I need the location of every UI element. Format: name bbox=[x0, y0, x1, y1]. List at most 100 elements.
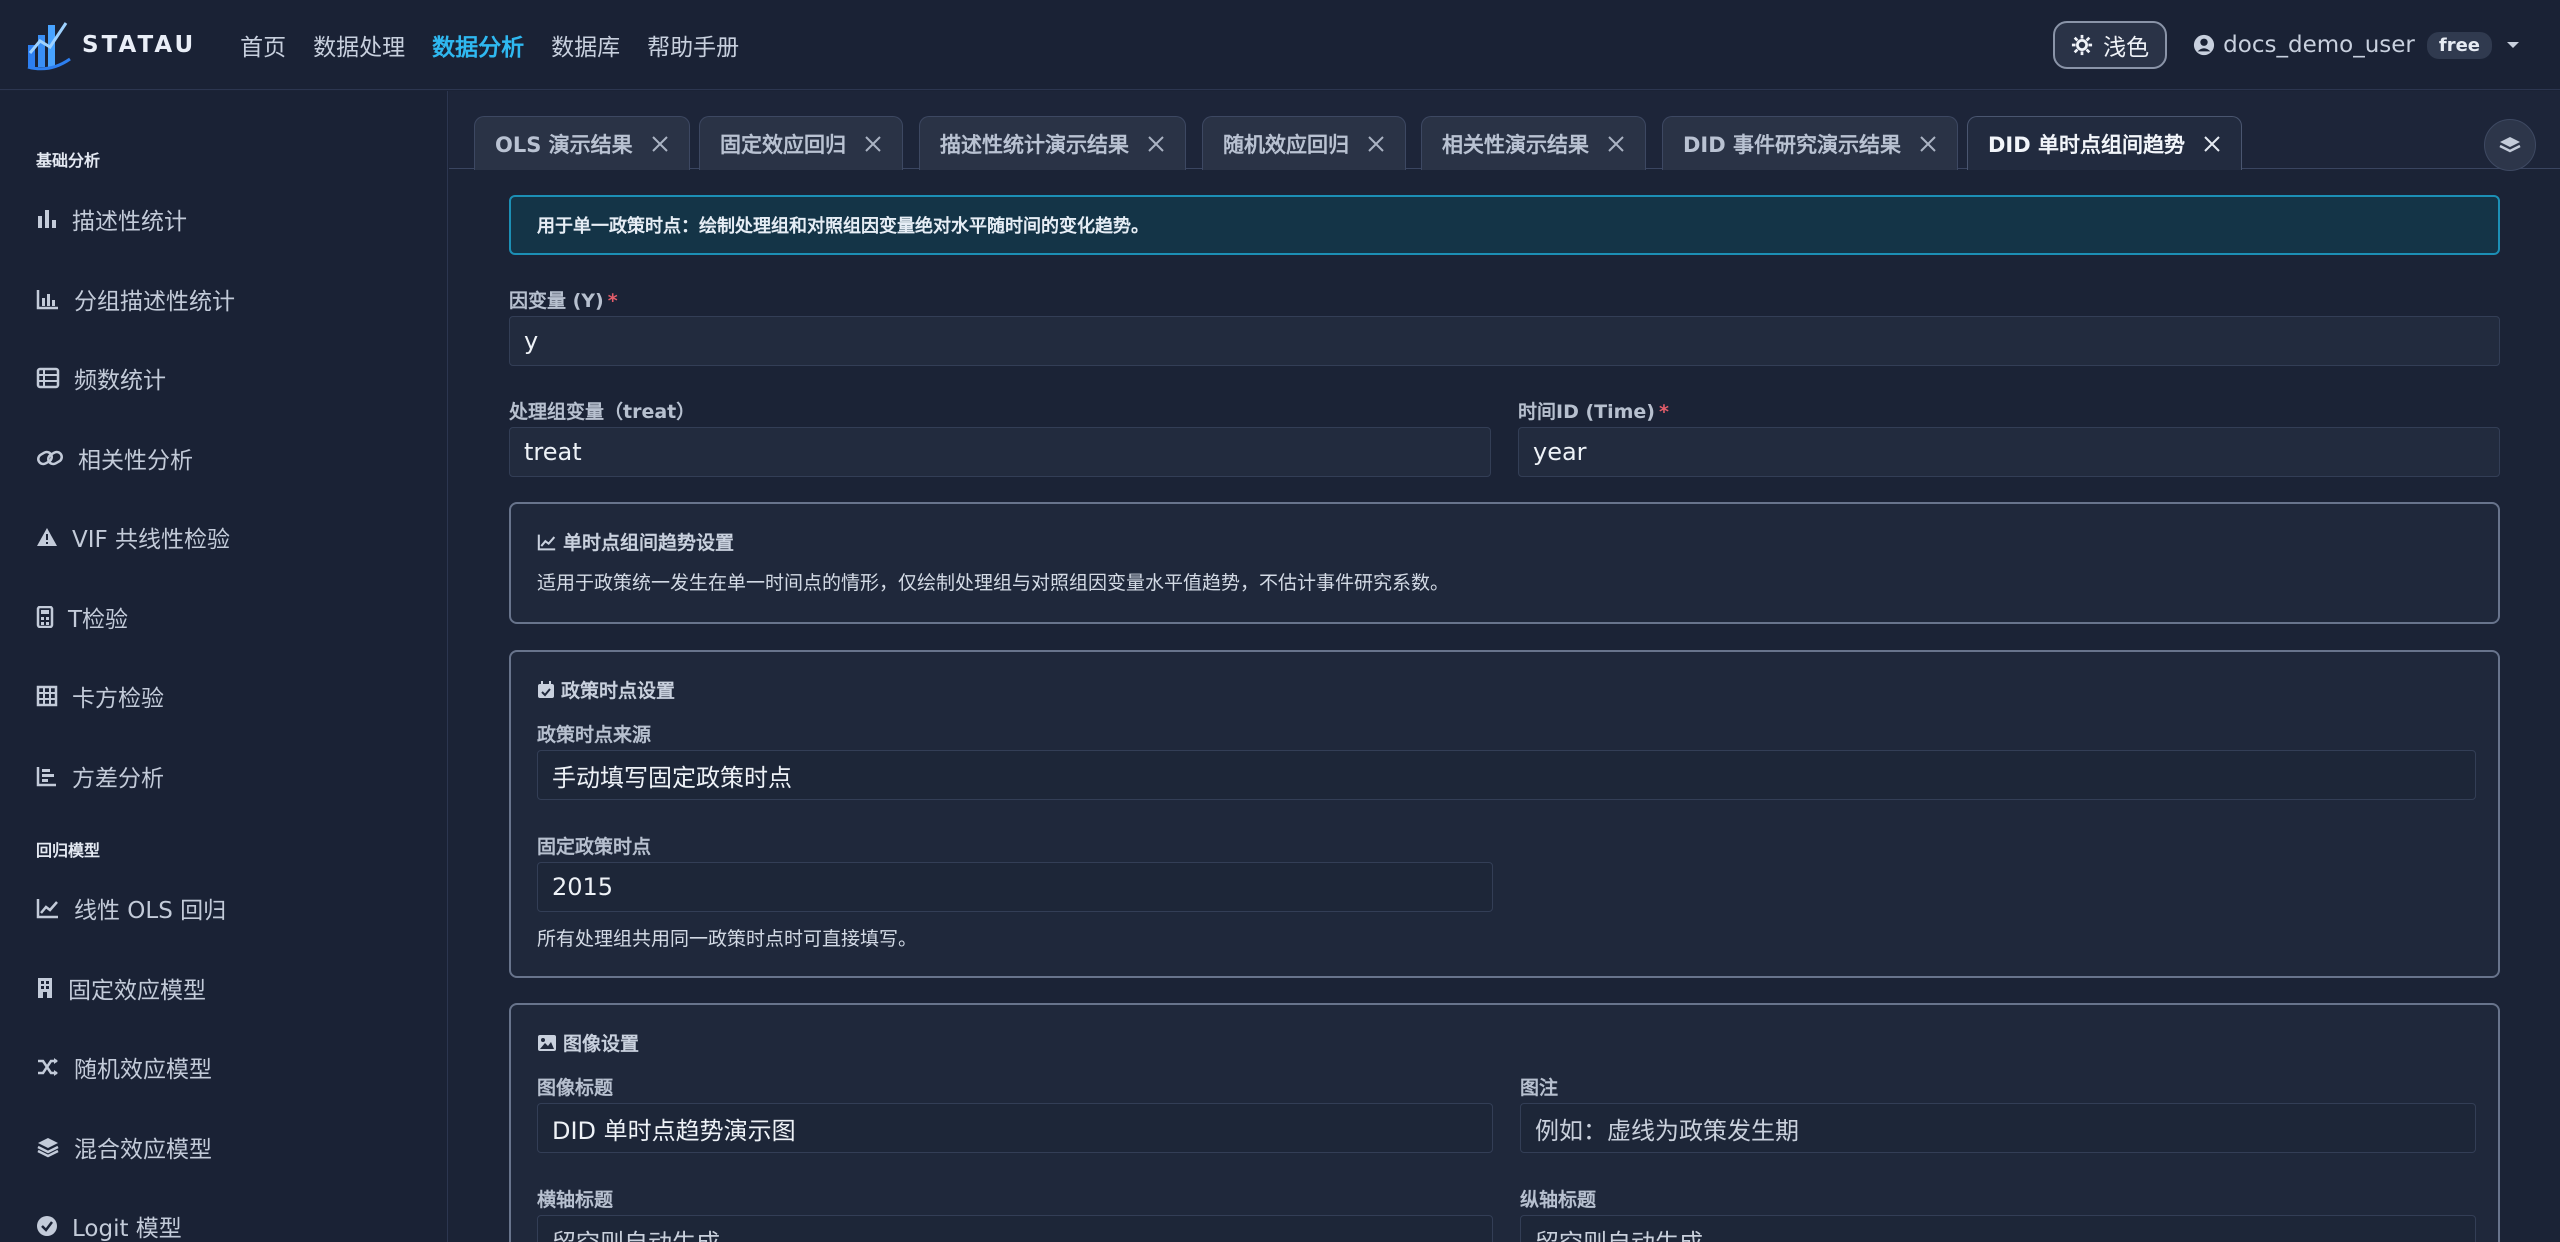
fixed-policy-time-label: 固定政策时点 bbox=[537, 836, 652, 858]
close-icon[interactable] bbox=[2203, 135, 2221, 153]
tab-label: OLS 演示结果 bbox=[495, 132, 633, 157]
sidebar-item-correlation[interactable]: 相关性分析 bbox=[36, 438, 193, 478]
calendar-check-icon bbox=[538, 680, 554, 698]
dep-var-value: y bbox=[524, 327, 539, 355]
ylabel-placeholder: 留空则自动生成 bbox=[1535, 1223, 1703, 1242]
sidebar-item-chisquare[interactable]: 卡方检验 bbox=[36, 676, 164, 716]
bar-steps-icon bbox=[36, 767, 56, 787]
trend-card-description: 适用于政策统一发生在单一时间点的情形，仅绘制处理组与对照组因变量水平值趋势，不估… bbox=[537, 572, 1450, 594]
fixed-policy-time-value: 2015 bbox=[552, 873, 614, 901]
xlabel-input[interactable]: 留空则自动生成 bbox=[537, 1215, 1493, 1242]
time-var-value: year bbox=[1533, 438, 1587, 466]
dep-var-label: 因变量 (Y) * bbox=[509, 286, 618, 313]
nav-help[interactable]: 帮助手册 bbox=[647, 28, 739, 62]
line-chart-icon bbox=[537, 534, 556, 550]
shuffle-icon bbox=[38, 1058, 58, 1076]
sidebar-item-mixed-effects[interactable]: 混合效应模型 bbox=[36, 1127, 212, 1167]
theme-toggle-button[interactable]: 浅色 bbox=[2053, 21, 2168, 69]
close-icon[interactable] bbox=[1367, 135, 1385, 153]
required-mark: * bbox=[607, 290, 618, 312]
sidebar-item-label: 混合效应模型 bbox=[74, 1137, 212, 1163]
sidebar-item-anova[interactable]: 方差分析 bbox=[36, 756, 164, 796]
sidebar-section-title: 基础分析 bbox=[36, 151, 101, 170]
brand[interactable]: STATAU bbox=[26, 19, 196, 71]
sidebar-item-label: 方差分析 bbox=[72, 766, 164, 792]
policy-source-label: 政策时点来源 bbox=[537, 724, 652, 746]
close-icon[interactable] bbox=[864, 135, 882, 153]
top-navbar: STATAU 首页 数据处理 数据分析 数据库 帮助手册 浅色 docs_dem… bbox=[0, 0, 2560, 90]
treat-var-select[interactable]: treat bbox=[509, 427, 1491, 477]
tab-correlation-result[interactable]: 相关性演示结果 bbox=[1421, 116, 1646, 170]
main-nav: 首页 数据处理 数据分析 数据库 帮助手册 bbox=[240, 28, 766, 62]
tab-label: DID 事件研究演示结果 bbox=[1683, 132, 1901, 157]
grouped-chart-icon bbox=[36, 290, 58, 310]
line-chart-icon bbox=[36, 899, 58, 919]
ylabel-input[interactable]: 留空则自动生成 bbox=[1520, 1215, 2476, 1242]
tab-did-event-study[interactable]: DID 事件研究演示结果 bbox=[1662, 116, 1958, 170]
close-icon[interactable] bbox=[1147, 135, 1165, 153]
tab-fixed-effects[interactable]: 固定效应回归 bbox=[699, 116, 903, 170]
sidebar: 基础分析 描述性统计 分组描述性统计 频数统计 相关性分析 VIF 共线性检验 … bbox=[0, 91, 448, 1242]
image-card-title: 图像设置 bbox=[537, 1029, 639, 1056]
nav-home[interactable]: 首页 bbox=[240, 28, 286, 62]
policy-card-title-text: 政策时点设置 bbox=[561, 680, 676, 702]
sidebar-item-logit[interactable]: Logit 模型 bbox=[36, 1206, 182, 1242]
dep-var-select[interactable]: y bbox=[509, 316, 2500, 366]
ylabel-label: 纵轴标题 bbox=[1520, 1189, 1597, 1211]
nav-database[interactable]: 数据库 bbox=[551, 28, 620, 62]
nav-data-processing[interactable]: 数据处理 bbox=[313, 28, 405, 62]
table-list-icon bbox=[36, 367, 60, 389]
sidebar-item-ols[interactable]: 线性 OLS 回归 bbox=[36, 888, 226, 928]
time-var-select[interactable]: year bbox=[1518, 427, 2500, 477]
layers-icon bbox=[37, 1138, 59, 1158]
tab-label: 固定效应回归 bbox=[720, 132, 846, 157]
sidebar-item-label: 描述性统计 bbox=[72, 209, 187, 235]
tab-ols-result[interactable]: OLS 演示结果 bbox=[474, 116, 690, 170]
sidebar-item-label: 卡方检验 bbox=[72, 686, 164, 712]
sidebar-item-grouped-descriptive[interactable]: 分组描述性统计 bbox=[36, 279, 235, 319]
trend-card-title-text: 单时点组间趋势设置 bbox=[563, 532, 735, 554]
tab-did-single-time[interactable]: DID 单时点组间趋势 bbox=[1967, 116, 2242, 170]
theme-label: 浅色 bbox=[2103, 35, 2150, 61]
sidebar-item-label: 随机效应模型 bbox=[74, 1057, 212, 1083]
sidebar-item-ttest[interactable]: T检验 bbox=[36, 597, 128, 637]
image-note-label: 图注 bbox=[1520, 1077, 1559, 1099]
building-icon bbox=[38, 978, 52, 998]
sidebar-item-random-effects[interactable]: 随机效应模型 bbox=[36, 1047, 212, 1087]
sidebar-item-label: 分组描述性统计 bbox=[74, 289, 235, 315]
tab-random-effects[interactable]: 随机效应回归 bbox=[1202, 116, 1406, 170]
brand-logo-icon bbox=[27, 21, 71, 70]
policy-source-select[interactable]: 手动填写固定政策时点 bbox=[537, 750, 2476, 800]
sidebar-item-label: 频数统计 bbox=[74, 368, 166, 394]
close-icon[interactable] bbox=[651, 135, 669, 153]
sidebar-item-label: VIF 共线性检验 bbox=[72, 527, 231, 553]
sidebar-item-descriptive[interactable]: 描述性统计 bbox=[36, 199, 187, 239]
user-menu[interactable]: docs_demo_user free bbox=[2193, 31, 2528, 59]
sidebar-item-vif[interactable]: VIF 共线性检验 bbox=[36, 517, 230, 557]
close-icon[interactable] bbox=[1919, 135, 1937, 153]
tabs-menu-button[interactable] bbox=[2484, 119, 2536, 171]
nav-data-analysis[interactable]: 数据分析 bbox=[432, 28, 524, 62]
sidebar-item-label: 线性 OLS 回归 bbox=[74, 898, 227, 924]
sidebar-section-title: 回归模型 bbox=[36, 841, 101, 860]
link-icon bbox=[37, 450, 63, 466]
chevron-down-icon bbox=[2507, 42, 2519, 48]
sidebar-item-frequency[interactable]: 频数统计 bbox=[36, 358, 166, 398]
tab-label: 相关性演示结果 bbox=[1442, 132, 1589, 157]
xlabel-label: 横轴标题 bbox=[537, 1189, 614, 1211]
sidebar-item-fixed-effects[interactable]: 固定效应模型 bbox=[36, 968, 206, 1008]
time-var-label-text: 时间ID (Time) bbox=[1518, 401, 1655, 423]
warning-icon bbox=[37, 528, 57, 546]
image-icon bbox=[538, 1034, 556, 1051]
image-title-input[interactable]: DID 单时点趋势演示图 bbox=[537, 1103, 1493, 1153]
check-circle-icon bbox=[37, 1216, 57, 1236]
policy-time-card: 政策时点设置 政策时点来源 手动填写固定政策时点 固定政策时点 2015 所有处… bbox=[509, 650, 2500, 978]
tab-descriptive-result[interactable]: 描述性统计演示结果 bbox=[919, 116, 1186, 170]
trend-settings-card: 单时点组间趋势设置 适用于政策统一发生在单一时间点的情形，仅绘制处理组与对照组因… bbox=[509, 502, 2500, 624]
tab-label: DID 单时点组间趋势 bbox=[1988, 132, 2185, 157]
fixed-policy-time-input[interactable]: 2015 bbox=[537, 862, 1493, 912]
info-text: 用于单一政策时点：绘制处理组和对照组因变量绝对水平随时间的变化趋势。 bbox=[537, 216, 1149, 237]
close-icon[interactable] bbox=[1607, 135, 1625, 153]
image-note-placeholder: 例如：虚线为政策发生期 bbox=[1535, 1116, 1799, 1145]
image-note-input[interactable]: 例如：虚线为政策发生期 bbox=[1520, 1103, 2476, 1153]
